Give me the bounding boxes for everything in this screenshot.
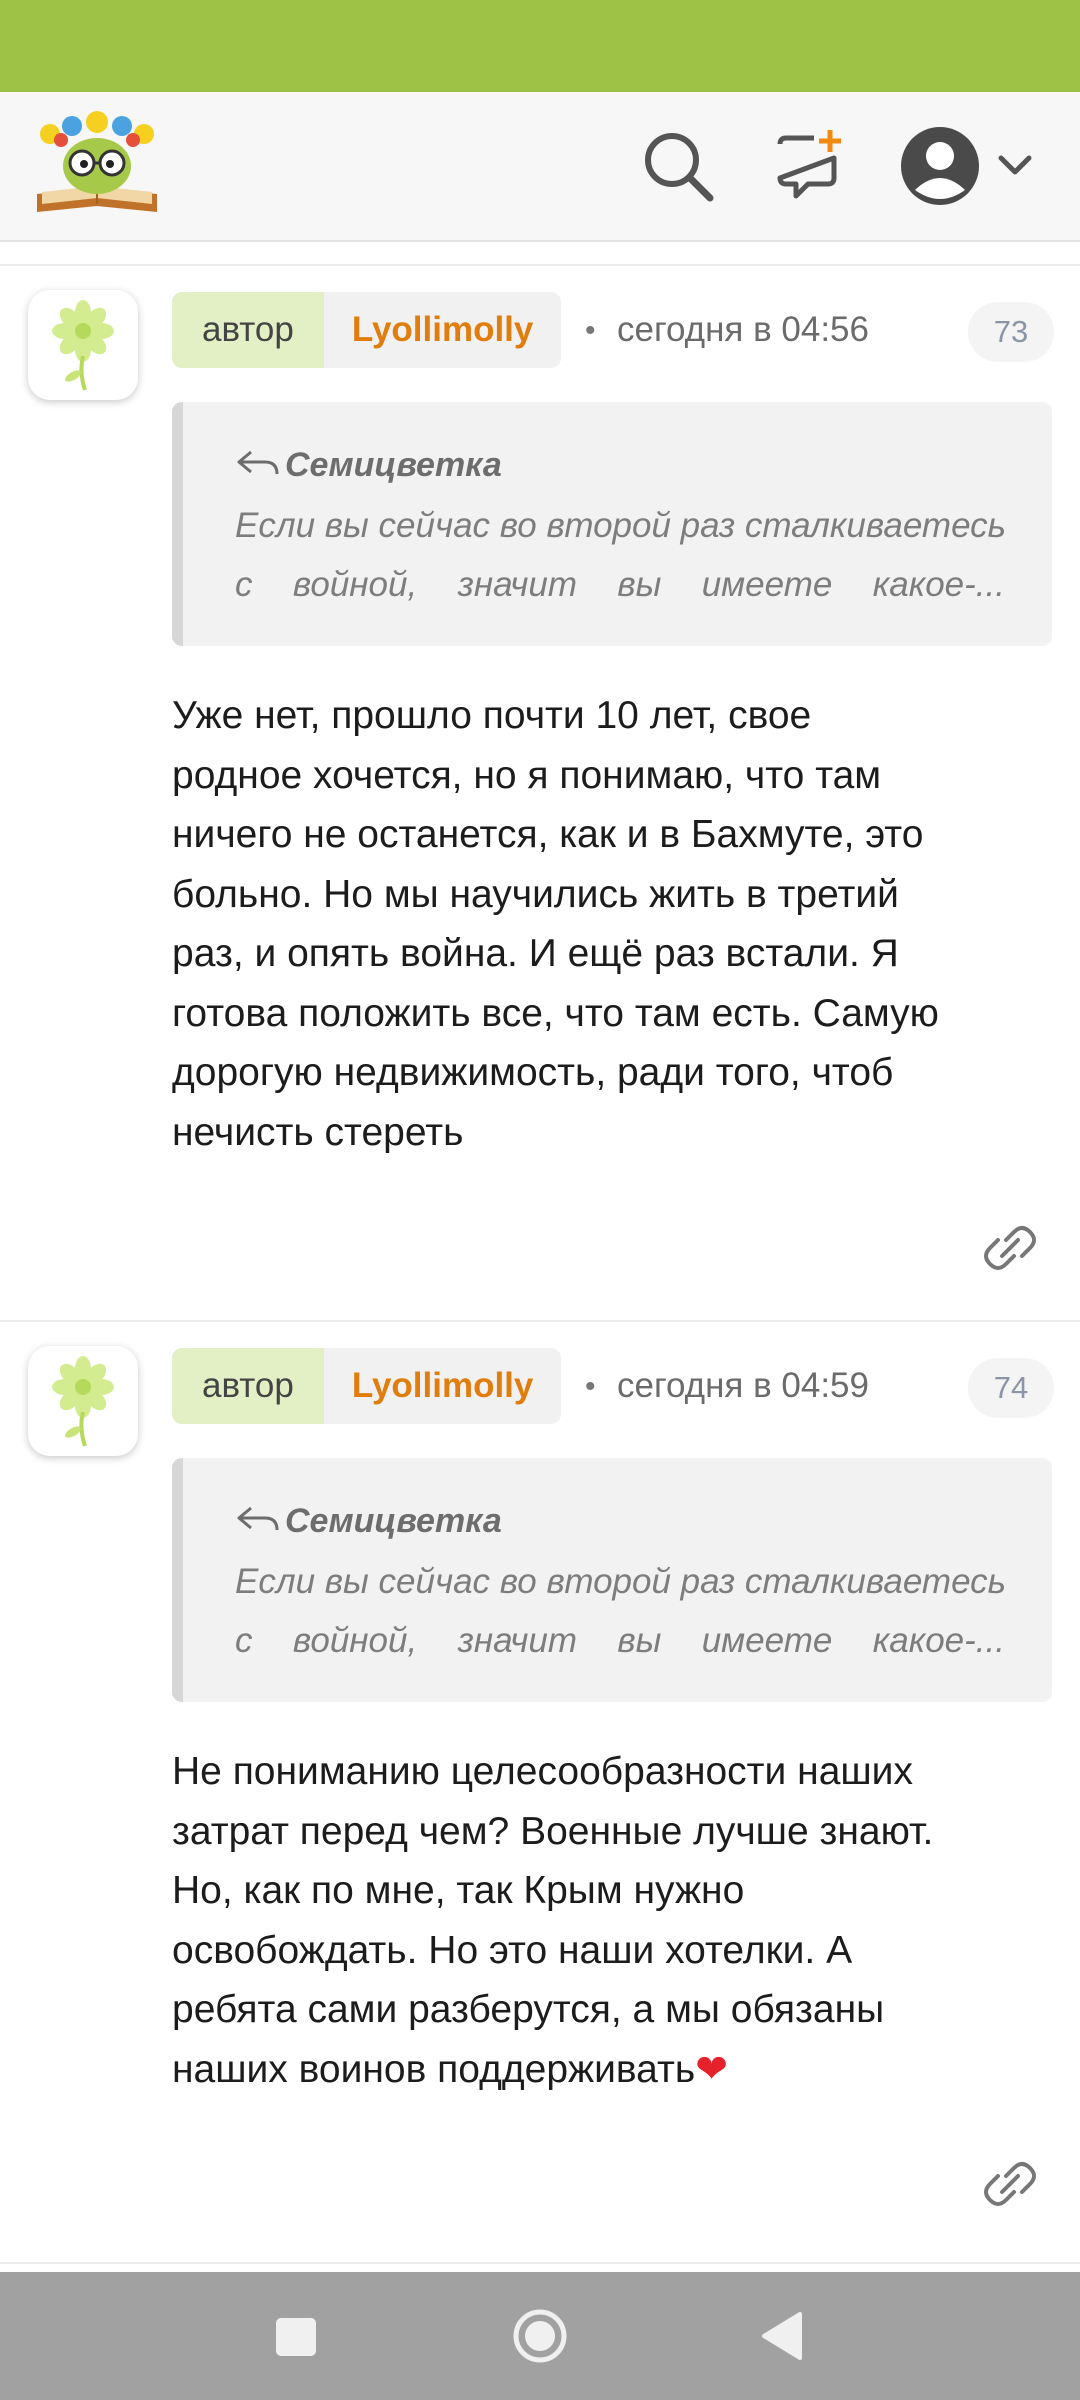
quote-word: войной, (292, 1621, 418, 1660)
text-line: раз, и опять война. И ещё раз встали. Я (172, 932, 899, 975)
quote-text-cont: с войной, значит вы имеете какое-... (235, 565, 1005, 605)
timestamp: сегодня в 04:59 (617, 1366, 869, 1405)
link-icon[interactable] (978, 1216, 1042, 1280)
text-line: затрат перед чем? Военные лучше знают. (172, 1809, 934, 1853)
separator-dot: • (585, 314, 596, 347)
quote-word: какое-... (872, 1621, 1005, 1660)
back-triangle-icon[interactable] (756, 2302, 812, 2370)
recents-square-icon[interactable] (268, 2302, 324, 2370)
author-badge[interactable]: автор Lyollimolly (172, 1348, 562, 1424)
reply-arrow-icon (237, 450, 279, 475)
text-line: Не пониманию целесообразности наших (172, 1750, 913, 1793)
home-circle-icon[interactable] (508, 2302, 572, 2370)
quote-word: имеете (701, 1621, 833, 1660)
text-line: больно. Но мы научились жить в третий (172, 872, 899, 916)
username[interactable]: Lyollimolly (323, 1348, 562, 1424)
avatar[interactable] (28, 290, 138, 400)
link-icon[interactable] (978, 2152, 1042, 2216)
text-line: наших воинов поддерживать❤ (172, 2040, 1062, 2100)
quote-author: Семицветка (285, 1502, 502, 1540)
quote-text: Если вы сейчас во второй раз сталкиваете… (235, 1562, 1007, 1601)
quote-author: Семицветка (285, 446, 502, 484)
comment-text: Уже нет, прошло почти 10 лет, свое родно… (172, 686, 1062, 1162)
divider (0, 2262, 1080, 2264)
text-line: готова положить все, что там есть. Самую (172, 991, 939, 1035)
avatar[interactable] (28, 1346, 138, 1456)
quote-block[interactable]: Семицветка Если вы сейчас во второй раз … (172, 1458, 1052, 1702)
quote-text-cont: с войной, значит вы имеете какое-... (235, 1621, 1005, 1661)
quote-word: с (235, 1621, 253, 1660)
heart-emoji-icon: ❤ (695, 2047, 728, 2091)
quote-word: значит (457, 565, 577, 604)
new-post-icon[interactable] (770, 126, 850, 206)
text-line: дорогую недвижимость, ради того, чтоб (172, 1051, 894, 1094)
text-line-content: наших воинов поддерживать (172, 2047, 696, 2091)
quote-word: с (235, 565, 253, 604)
separator-dot: • (585, 1370, 596, 1403)
search-icon[interactable] (638, 126, 718, 206)
profile-menu-button[interactable] (895, 116, 1055, 216)
text-line: ничего не останется, как и в Бахмуте, эт… (172, 813, 924, 856)
quote-word: значит (457, 1621, 577, 1660)
text-line: ребята сами разберутся, а мы обязаны (172, 1988, 885, 2031)
quote-word: войной, (292, 565, 418, 604)
text-line: нечисть стереть (172, 1110, 464, 1154)
text-line: родное хочется, но я понимаю, что там (172, 753, 882, 797)
text-line: Уже нет, прошло почти 10 лет, свое (172, 694, 812, 737)
quote-word: какое-... (872, 565, 1005, 604)
author-tag: автор (172, 292, 324, 368)
app-header (0, 92, 1080, 242)
status-bar (0, 0, 1080, 92)
quote-text: Если вы сейчас во второй раз сталкиваете… (235, 506, 1007, 545)
text-line: освобождать. Но это наши хотелки. А (172, 1928, 853, 1972)
comment-number[interactable]: 73 (968, 302, 1054, 362)
logo-icon[interactable] (32, 108, 162, 220)
system-nav-bar (0, 2272, 1080, 2400)
quote-word: имеете (701, 565, 833, 604)
comment-text: Не пониманию целесообразности наших затр… (172, 1742, 1062, 2099)
reply-arrow-icon (237, 1506, 279, 1531)
divider (0, 264, 1080, 266)
username[interactable]: Lyollimolly (323, 292, 562, 368)
flower-icon (52, 300, 114, 391)
flower-icon (52, 1356, 114, 1447)
author-tag: автор (172, 1348, 324, 1424)
quote-word: вы (617, 565, 662, 604)
author-badge[interactable]: автор Lyollimolly (172, 292, 562, 368)
comment-number[interactable]: 74 (968, 1358, 1054, 1418)
timestamp: сегодня в 04:56 (617, 310, 869, 349)
quote-word: вы (617, 1621, 662, 1660)
quote-block[interactable]: Семицветка Если вы сейчас во второй раз … (172, 402, 1052, 646)
divider (0, 1320, 1080, 1322)
text-line: Но, как по мне, так Крым нужно (172, 1869, 745, 1912)
